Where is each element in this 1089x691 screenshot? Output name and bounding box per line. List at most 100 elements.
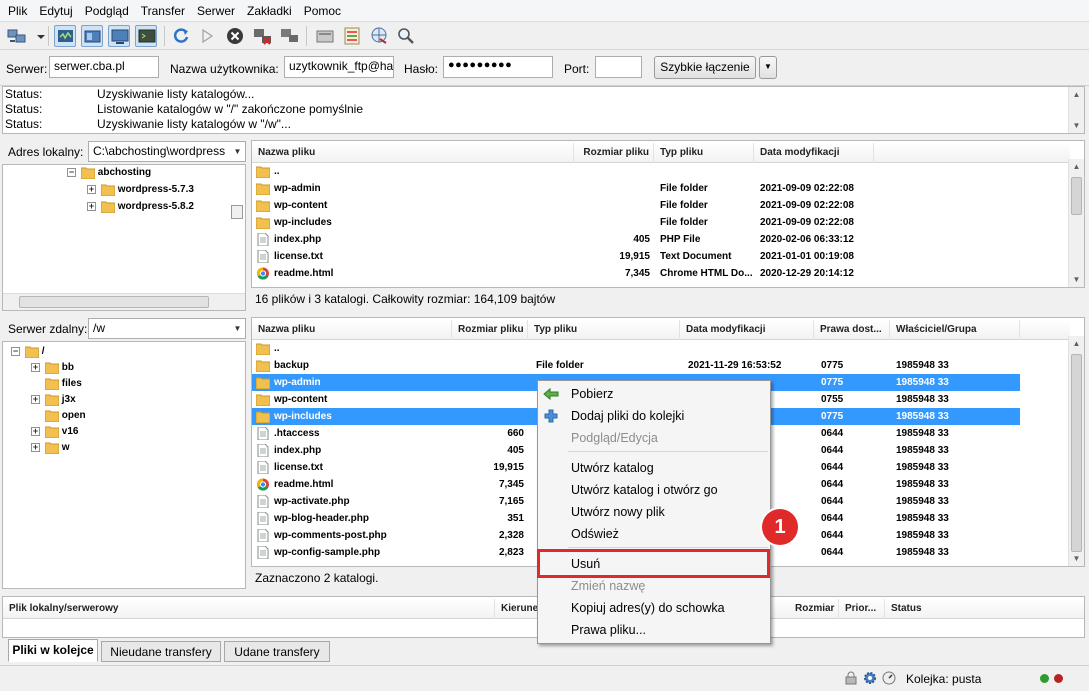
menu-item-5[interactable]: Zakładki	[241, 0, 298, 22]
disconnect-icon[interactable]	[252, 25, 274, 47]
folder-icon	[255, 393, 271, 407]
compare-icon[interactable]	[341, 25, 363, 47]
local-file-row[interactable]: wp-admin File folder 2021-09-09 02:22:08	[252, 180, 1070, 197]
tree-scroll-thumb[interactable]	[231, 205, 243, 219]
remote-path-combo[interactable]: /w ▼	[88, 318, 246, 339]
context-menu-item-2: Podgląd/Edycja	[571, 431, 658, 445]
context-menu-item-0[interactable]: Pobierz	[538, 383, 770, 405]
menu-item-6[interactable]: Pomoc	[298, 0, 347, 22]
local-col-type[interactable]: Typ pliku	[654, 143, 754, 163]
chrome-icon	[256, 267, 270, 280]
context-menu-item-9[interactable]: Kopiuj adres(y) do schowka	[538, 597, 770, 619]
tree-item-remote[interactable]: − /	[11, 344, 45, 360]
port-label: Port:	[564, 62, 590, 76]
remote-col-type[interactable]: Typ pliku	[528, 320, 680, 340]
context-menu-item-3[interactable]: Utwórz katalog	[538, 457, 770, 479]
file-name: index.php	[274, 445, 322, 456]
local-status: 16 plików i 3 katalogi. Całkowity rozmia…	[251, 288, 1085, 312]
remote-file-row[interactable]: ..	[252, 340, 1020, 357]
tree-item-remote[interactable]: files	[31, 376, 82, 392]
file-date: 2021-09-09 02:22:08	[760, 217, 854, 228]
quickconnect-dropdown[interactable]: ▼	[759, 56, 777, 79]
dropdown-icon[interactable]	[30, 25, 45, 47]
reconnect-icon[interactable]	[279, 25, 301, 47]
local-list-scrollbar[interactable]: ▲ ▼	[1068, 159, 1084, 287]
local-file-row[interactable]: license.txt 19,915 Text Document 2021-01-01…	[252, 248, 1070, 265]
tree-item-remote[interactable]: open	[31, 408, 86, 424]
remote-file-row[interactable]: backup File folder 2021-11-29 16:53:52 0775…	[252, 357, 1020, 374]
remote-list-scrollbar[interactable]: ▲ ▼	[1068, 336, 1084, 566]
local-file-row[interactable]: wp-content File folder 2021-09-09 02:22:08	[252, 197, 1070, 214]
transfer-queue-icon[interactable]	[135, 25, 157, 47]
menu-item-4[interactable]: Serwer	[191, 0, 241, 22]
tree-item-wordpress-5-8-2[interactable]: + wordpress-5.8.2	[87, 199, 194, 215]
site-manager-icon[interactable]	[6, 25, 28, 47]
file-name: wp-config-sample.php	[274, 547, 381, 558]
cancel-icon[interactable]	[224, 25, 246, 47]
context-menu-item-1[interactable]: Dodaj pliki do kolejki	[538, 405, 770, 427]
context-menu-item-5[interactable]: Utwórz nowy plik	[538, 501, 770, 523]
log-scrollbar[interactable]: ▲ ▼	[1068, 87, 1084, 133]
queue-col-priority[interactable]: Prior...	[839, 599, 885, 619]
host-input[interactable]: serwer.cba.pl	[49, 56, 159, 78]
context-menu-item-4[interactable]: Utwórz katalog i otwórz go	[538, 479, 770, 501]
remote-tree-icon[interactable]	[108, 25, 130, 47]
file-icon	[256, 460, 270, 475]
process-queue-icon[interactable]	[196, 25, 218, 47]
file-type: File folder	[660, 183, 708, 194]
queue-col-file[interactable]: Plik lokalny/serwerowy	[3, 599, 495, 619]
local-col-date[interactable]: Data modyfikacji	[754, 143, 874, 163]
local-col-name[interactable]: Nazwa pliku	[252, 143, 574, 163]
filter-icon[interactable]	[314, 25, 336, 47]
menu-item-1[interactable]: Edytuj	[33, 0, 78, 22]
tab-failed-transfers[interactable]: Nieudane transfery	[101, 641, 221, 662]
local-tree-pane: Adres lokalny: C:\abchosting\wordpress ▼ …	[2, 140, 246, 312]
remote-col-permissions[interactable]: Prawa dost...	[814, 320, 890, 340]
file-name: .htaccess	[274, 428, 320, 439]
local-tree-icon[interactable]	[81, 25, 103, 47]
local-file-row[interactable]: index.php 405 PHP File 2020-02-06 06:33:12	[252, 231, 1070, 248]
quickconnect-bar: Serwer: serwer.cba.pl Nazwa użytkownika:…	[0, 51, 1089, 86]
tree-item-remote[interactable]: + v16	[31, 424, 78, 440]
menu-item-0[interactable]: Plik	[2, 0, 33, 22]
remote-col-owner[interactable]: Właściciel/Grupa	[890, 320, 1020, 340]
tree-item-wordpress-5-7-3[interactable]: + wordpress-5.7.3	[87, 182, 194, 198]
tree-item-remote[interactable]: + bb	[31, 360, 74, 376]
local-path-label: Adres lokalny:	[8, 145, 84, 159]
queue-col-status[interactable]: Status	[885, 599, 1084, 619]
tree-item-remote[interactable]: + j3x	[31, 392, 76, 408]
refresh-icon[interactable]	[170, 25, 192, 47]
tree-item-remote[interactable]: + w	[31, 440, 70, 456]
file-permissions: 0644	[821, 496, 844, 507]
remote-col-name[interactable]: Nazwa pliku	[252, 320, 452, 340]
file-permissions: 0775	[821, 411, 844, 422]
tree-item-abchosting[interactable]: − abchosting	[67, 165, 151, 181]
tab-queued-files[interactable]: Pliki w kolejce	[8, 639, 98, 662]
file-icon	[256, 443, 270, 458]
folder-icon	[255, 376, 271, 390]
sync-browse-icon[interactable]	[368, 25, 390, 47]
username-input[interactable]: uzytkownik_ftp@ha	[284, 56, 394, 78]
password-input[interactable]: ●●●●●●●●●	[443, 56, 553, 78]
context-menu-item-10[interactable]: Prawa pliku...	[538, 619, 770, 641]
message-log-icon[interactable]	[54, 25, 76, 47]
search-icon[interactable]	[395, 25, 417, 47]
local-file-row[interactable]: readme.html 7,345 Chrome HTML Do... 2020-12…	[252, 265, 1070, 282]
local-tree-hscroll[interactable]	[3, 293, 245, 310]
context-menu-item-6[interactable]: Odśwież	[538, 523, 770, 545]
tab-successful-transfers[interactable]: Udane transfery	[224, 641, 330, 662]
file-owner: 1985948 33	[896, 394, 949, 405]
queue-col-size[interactable]: Rozmiar	[789, 599, 839, 619]
menu-item-3[interactable]: Transfer	[135, 0, 191, 22]
local-col-size[interactable]: Rozmiar pliku	[574, 143, 654, 163]
local-file-row[interactable]: ..	[252, 163, 1070, 180]
remote-col-size[interactable]: Rozmiar pliku	[452, 320, 528, 340]
host-label: Serwer:	[6, 62, 48, 76]
quickconnect-button[interactable]: Szybkie łączenie	[654, 56, 756, 79]
menu-item-2[interactable]: Podgląd	[79, 0, 135, 22]
port-input[interactable]	[595, 56, 642, 78]
local-path-combo[interactable]: C:\abchosting\wordpress ▼	[88, 141, 246, 162]
local-file-row[interactable]: wp-includes File folder 2021-09-09 02:22:0…	[252, 214, 1070, 231]
file-name: readme.html	[274, 268, 334, 279]
remote-col-date[interactable]: Data modyfikacji	[680, 320, 814, 340]
